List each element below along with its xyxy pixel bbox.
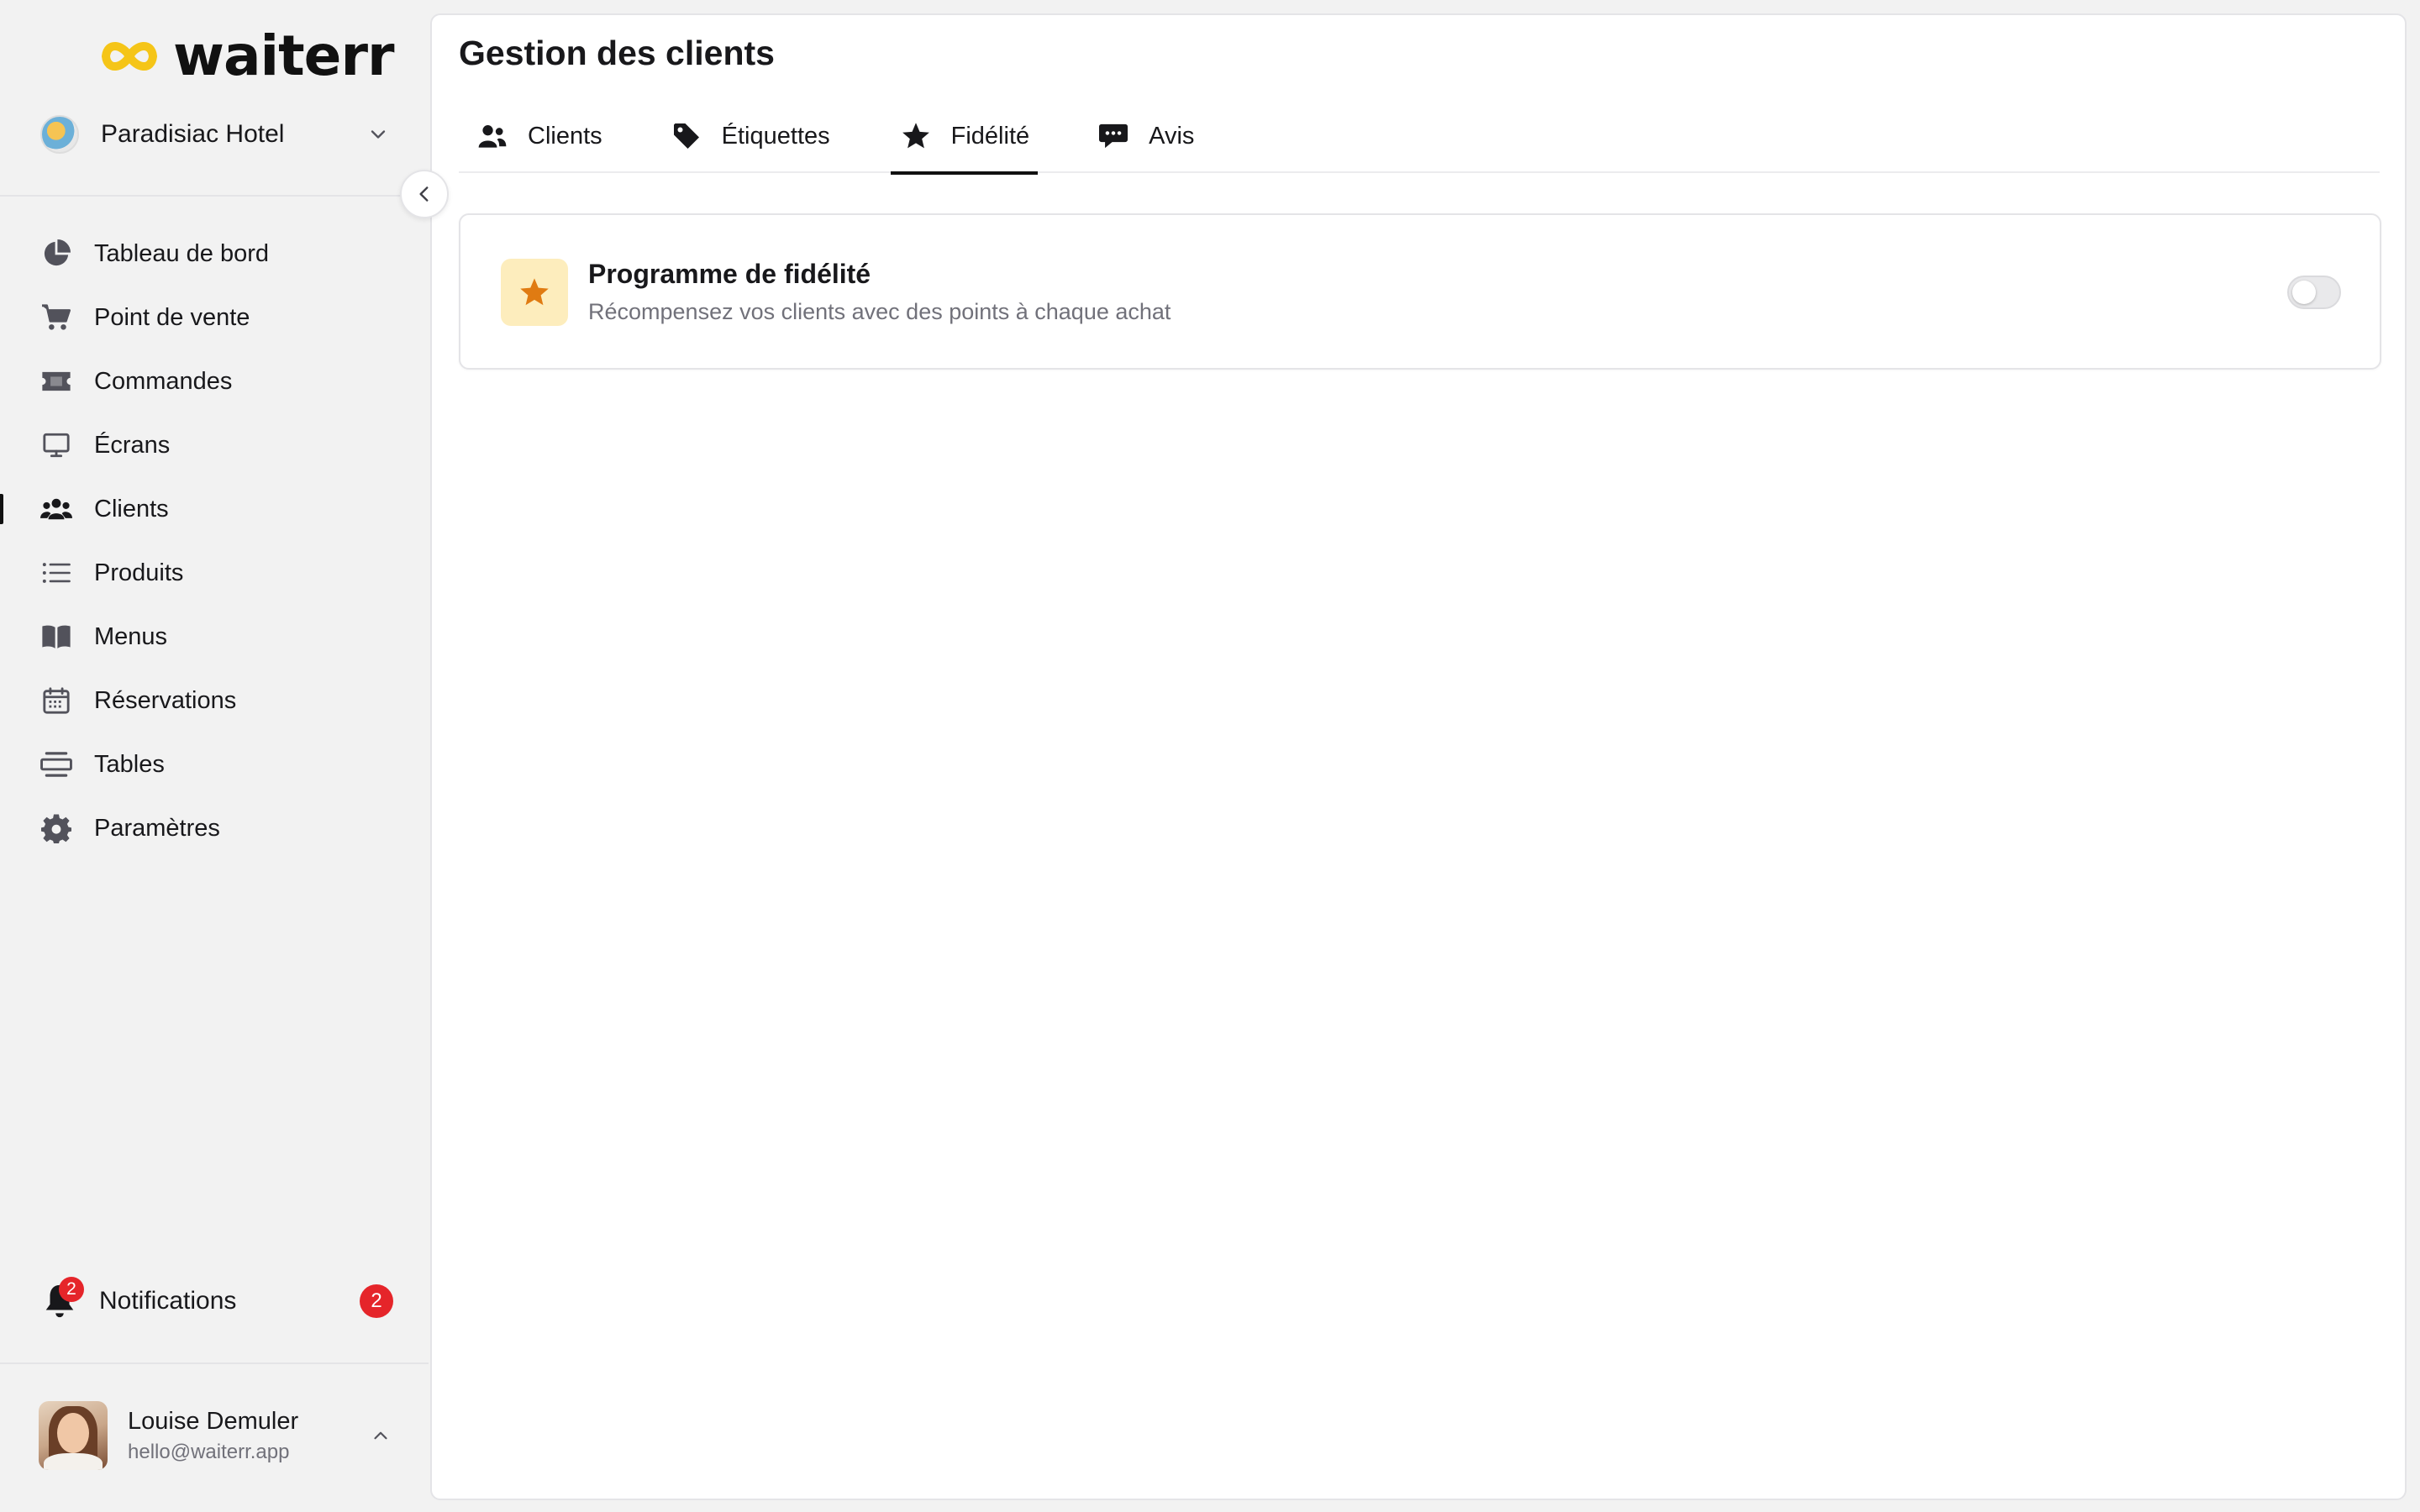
user-email: hello@waiterr.app	[128, 1440, 290, 1463]
sidebar-item-label: Réservations	[94, 686, 237, 714]
sidebar-divider	[0, 195, 429, 197]
sidebar-item-label: Tableau de bord	[94, 239, 269, 267]
loyalty-program-card: Programme de fidélité Récompensez vos cl…	[459, 213, 2381, 370]
sidebar-item-label: Paramètres	[94, 814, 220, 842]
org-name: Paradisiac Hotel	[101, 120, 285, 148]
collapse-sidebar-button[interactable]	[400, 170, 449, 218]
chevron-down-icon	[371, 130, 386, 139]
star-icon	[899, 121, 933, 151]
star-icon	[520, 278, 549, 306]
loyalty-icon-badge	[501, 259, 568, 326]
tab-label: Fidélité	[950, 123, 1030, 150]
sidebar-item-menus[interactable]: Menus	[0, 605, 429, 669]
table-icon	[40, 748, 72, 780]
sidebar-item-label: Commandes	[94, 367, 233, 395]
avatar	[39, 1401, 108, 1470]
sidebar-divider	[0, 1362, 429, 1364]
app-name: waiterr	[173, 24, 395, 88]
user-name: Louise Demuler	[128, 1407, 299, 1435]
notification-count-badge: 2	[360, 1284, 393, 1318]
book-icon	[40, 621, 72, 653]
loyalty-card-description: Récompensez vos clients avec des points …	[588, 299, 1171, 324]
tab-reviews[interactable]: Avis	[1097, 102, 1194, 173]
calendar-icon	[40, 685, 72, 717]
sidebar-item-reservations[interactable]: Réservations	[0, 669, 429, 732]
tab-loyalty[interactable]: Fidélité	[890, 102, 1038, 175]
tab-label: Clients	[528, 123, 602, 150]
sidebar-item-products[interactable]: Produits	[0, 541, 429, 605]
sidebar-item-pos[interactable]: Point de vente	[0, 286, 429, 349]
gear-icon	[40, 812, 72, 844]
sidebar-item-dashboard[interactable]: Tableau de bord	[0, 222, 429, 286]
sidebar-item-label: Produits	[94, 559, 184, 586]
sidebar-item-label: Clients	[94, 495, 169, 522]
users-icon	[40, 493, 72, 525]
notifications-item[interactable]: 2 Notifications 2	[40, 1277, 393, 1326]
list-icon	[40, 557, 72, 589]
sidebar-item-settings[interactable]: Paramètres	[0, 796, 429, 860]
pie-chart-icon	[40, 238, 72, 270]
page-title: Gestion des clients	[459, 34, 775, 72]
tab-bar: Clients Étiquettes Fidélité Avis	[459, 102, 2380, 175]
tab-label: Étiquettes	[721, 123, 830, 150]
tab-clients[interactable]: Clients	[476, 102, 602, 173]
tab-label: Avis	[1149, 123, 1195, 150]
sidebar-item-screens[interactable]: Écrans	[0, 413, 429, 477]
bell-icon: 2	[40, 1277, 84, 1320]
chevron-up-icon	[374, 1431, 387, 1440]
sidebar-item-orders[interactable]: Commandes	[0, 349, 429, 413]
cart-icon	[40, 302, 72, 333]
infinity-logo-icon	[102, 42, 157, 71]
user-info: Louise Demuler hello@waiterr.app	[128, 1408, 298, 1464]
ticket-icon	[40, 365, 72, 397]
toggle-knob	[2292, 281, 2316, 304]
loyalty-card-title: Programme de fidélité	[588, 259, 871, 289]
sidebar-item-clients[interactable]: Clients	[0, 477, 429, 541]
loyalty-toggle[interactable]	[2287, 276, 2341, 309]
tab-tags[interactable]: Étiquettes	[670, 102, 830, 173]
sidebar-item-label: Tables	[94, 750, 165, 778]
tag-icon	[670, 121, 703, 151]
user-menu[interactable]: Louise Demuler hello@waiterr.app	[39, 1399, 392, 1472]
comment-dots-icon	[1097, 121, 1130, 151]
notification-count-dot: 2	[59, 1277, 84, 1302]
monitor-icon	[40, 429, 72, 461]
app-logo[interactable]: waiterr	[99, 24, 395, 88]
sidebar-item-tables[interactable]: Tables	[0, 732, 429, 796]
main-panel: Gestion des clients Clients Étiquettes F…	[430, 13, 2407, 1500]
sidebar-item-label: Point de vente	[94, 303, 250, 331]
chevron-left-icon	[419, 186, 429, 202]
users-icon	[476, 121, 509, 151]
org-switcher[interactable]: Paradisiac Hotel	[40, 111, 390, 158]
sidebar-nav: Tableau de bord Point de vente Commandes…	[0, 222, 429, 860]
sidebar: waiterr Paradisiac Hotel Tableau de bord…	[0, 0, 429, 1512]
sidebar-item-label: Menus	[94, 622, 168, 650]
org-logo	[40, 115, 79, 154]
notifications-label: Notifications	[99, 1287, 237, 1315]
sidebar-item-label: Écrans	[94, 431, 171, 459]
